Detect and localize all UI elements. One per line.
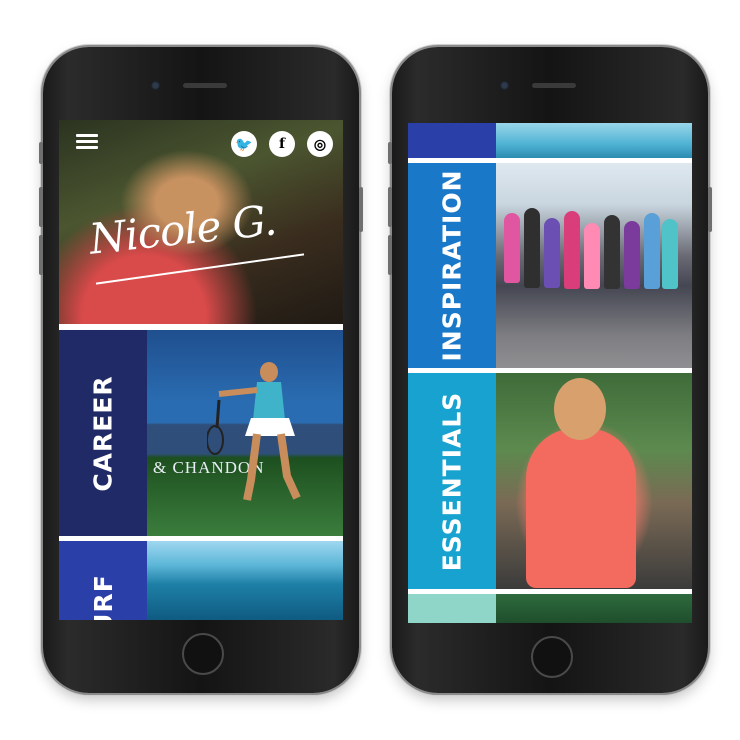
inspiration-label: INSPIRATION [437, 169, 467, 362]
twitter-icon[interactable]: 🐦 [231, 131, 257, 157]
front-camera [500, 81, 509, 90]
inspiration-label-block: INSPIRATION [408, 163, 496, 368]
nav-tile-inspiration[interactable]: INSPIRATION [408, 163, 692, 368]
phone-right: INSPIRATION ESSENTIALS [388, 47, 712, 693]
facebook-icon[interactable]: f [269, 131, 295, 157]
signature-logo: Nicole G. [86, 195, 279, 264]
power-button [359, 187, 363, 232]
earpiece-speaker [532, 83, 576, 88]
mute-switch [388, 142, 392, 164]
essentials-label: ESSENTIALS [437, 391, 467, 571]
group-photo-person [644, 213, 660, 289]
model-jacket [526, 428, 636, 588]
hamburger-icon[interactable] [76, 134, 98, 150]
home-button [531, 636, 573, 678]
volume-down-button [388, 235, 392, 275]
surf-photo [147, 541, 343, 620]
previous-label-block [408, 123, 496, 158]
group-photo-person [584, 223, 600, 289]
home-button [182, 633, 224, 675]
career-photo: & CHANDON [147, 330, 343, 536]
nav-tile-surf[interactable]: SURF [59, 541, 343, 620]
model-head [554, 378, 606, 440]
nav-tile-previous[interactable] [408, 123, 692, 158]
surf-label-block: SURF [59, 541, 147, 620]
group-photo-person [544, 218, 560, 288]
group-photo-person [624, 221, 640, 289]
app-screen-right: INSPIRATION ESSENTIALS [408, 123, 692, 623]
front-camera [151, 81, 160, 90]
previous-photo [496, 123, 692, 158]
hero-banner: 🐦 f ◎ Nicole G. [59, 120, 343, 327]
tennis-player-image [207, 362, 301, 501]
nav-tile-next[interactable] [408, 594, 692, 623]
group-photo-person [604, 215, 620, 289]
group-photo-person [662, 219, 678, 289]
next-label-block [408, 594, 496, 623]
power-button [708, 187, 712, 232]
group-photo-person [504, 213, 520, 283]
volume-up-button [39, 187, 43, 227]
mute-switch [39, 142, 43, 164]
phone-left: 🐦 f ◎ Nicole G. CAREER & CHANDON SURF [39, 47, 363, 693]
essentials-photo [496, 373, 692, 589]
earpiece-speaker [183, 83, 227, 88]
career-label-block: CAREER [59, 330, 147, 536]
volume-up-button [388, 187, 392, 227]
app-screen-left: 🐦 f ◎ Nicole G. CAREER & CHANDON SURF [59, 120, 343, 620]
group-photo-person [564, 211, 580, 289]
next-photo [496, 594, 692, 623]
nav-tile-career[interactable]: CAREER & CHANDON [59, 330, 343, 536]
nav-tile-essentials[interactable]: ESSENTIALS [408, 373, 692, 589]
essentials-label-block: ESSENTIALS [408, 373, 496, 589]
group-photo-person [524, 208, 540, 288]
inspiration-photo [496, 163, 692, 368]
career-label: CAREER [88, 374, 118, 492]
instagram-icon[interactable]: ◎ [307, 131, 333, 157]
volume-down-button [39, 235, 43, 275]
surf-label: SURF [88, 574, 118, 620]
